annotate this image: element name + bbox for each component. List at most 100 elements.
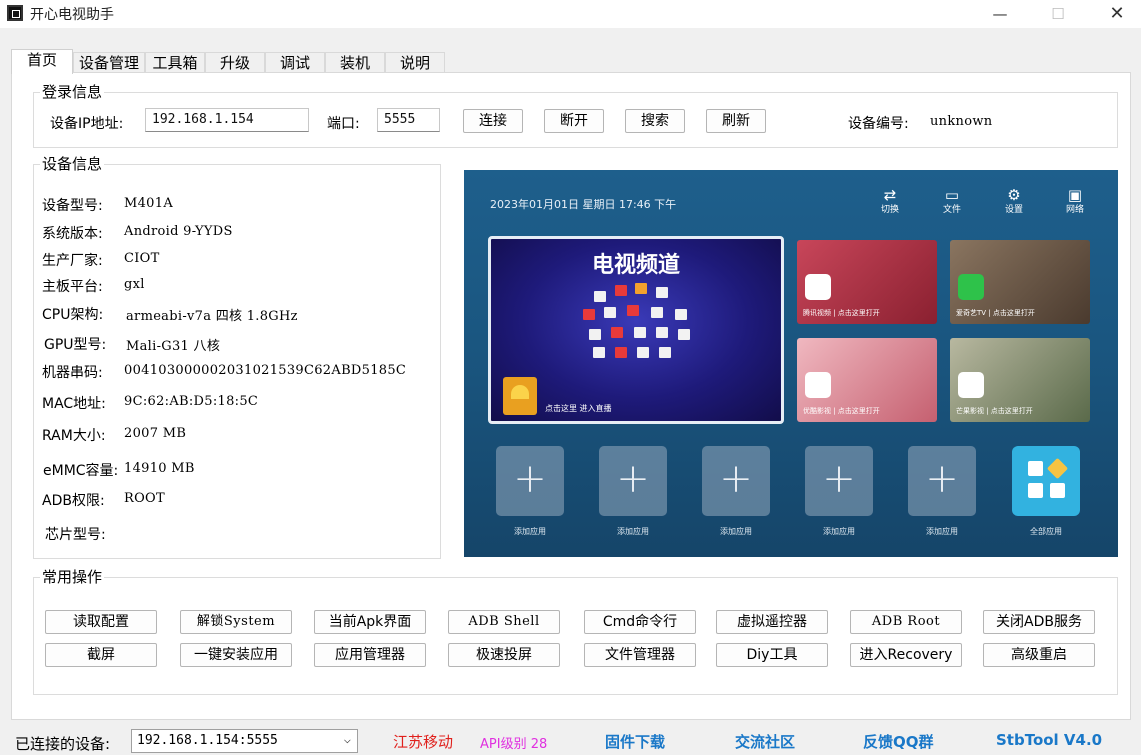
device-id-value: unknown	[930, 114, 993, 129]
network-icon: ▣ 网络	[1065, 186, 1084, 215]
adb-shell-button[interactable]: ADB Shell	[448, 610, 560, 634]
community-link[interactable]: 交流社区	[735, 731, 795, 752]
screenshot-button[interactable]: 截屏	[45, 643, 157, 667]
connected-device-value: 192.168.1.154:5555	[137, 733, 278, 748]
channel-logo	[637, 347, 649, 358]
iqiyi-card: 爱奇艺TV | 点击这里打开	[950, 240, 1090, 324]
cmd-button[interactable]: Cmd命令行	[584, 610, 696, 634]
channel-logo	[604, 307, 616, 318]
version-link[interactable]: StbTool V4.0	[996, 731, 1102, 749]
add-app-label: 添加应用	[823, 527, 855, 536]
refresh-button[interactable]: 刷新	[706, 109, 766, 133]
adb-permission-label: ADB权限:	[42, 493, 105, 509]
channel-logo	[634, 327, 646, 338]
unlock-system-button[interactable]: 解锁System	[180, 610, 292, 634]
tab-toolbox[interactable]: 工具箱	[145, 52, 205, 74]
channel-logo	[593, 347, 605, 358]
tab-device-management[interactable]: 设备管理	[73, 52, 145, 74]
search-button[interactable]: 搜索	[625, 109, 685, 133]
tv-screen-preview[interactable]: 2023年01月01日 星期日 17:46 下午 ⇄ 切换 ▭ 文件 ⚙ 设置 ▣ 网络…	[464, 170, 1118, 557]
tab-install[interactable]: 装机	[325, 52, 385, 74]
api-level-label: API级别 28	[480, 737, 548, 752]
read-config-button[interactable]: 读取配置	[45, 610, 157, 634]
emmc-value: 14910 MB	[124, 461, 195, 476]
ip-input[interactable]: 192.168.1.154	[145, 108, 309, 132]
card-caption: 腾讯视频 | 点击这里打开	[803, 309, 880, 317]
maximize-button[interactable]: ☐	[1043, 4, 1073, 24]
channel-logo	[594, 291, 606, 302]
cpu-value: armeabi-v7a 四核 1.8GHz	[126, 309, 298, 324]
add-app-label: 添加应用	[514, 527, 546, 536]
device-info-group-title: 设备信息	[40, 155, 105, 173]
ram-label: RAM大小:	[42, 428, 106, 444]
card-caption: 芒果影视 | 点击这里打开	[956, 407, 1033, 415]
current-apk-button[interactable]: 当前Apk界面	[314, 610, 426, 634]
adb-root-button[interactable]: ADB Root	[850, 610, 962, 634]
enter-recovery-button[interactable]: 进入Recovery	[850, 643, 962, 667]
screen-cast-button[interactable]: 极速投屏	[448, 643, 560, 667]
add-app-icon: +	[805, 446, 873, 516]
serial-value: 004103000002031021539C62ABD5185C	[124, 363, 407, 378]
add-app-icon: +	[496, 446, 564, 516]
connect-button[interactable]: 连接	[463, 109, 523, 133]
device-id-label: 设备编号:	[848, 116, 909, 132]
channel-logo	[589, 329, 601, 340]
channel-logo	[675, 309, 687, 320]
manufacturer-value: CIOT	[124, 251, 160, 266]
all-apps-icon	[1012, 446, 1080, 516]
connected-device-select[interactable]: 192.168.1.154:5555 ⌵	[131, 729, 358, 753]
port-label: 端口:	[327, 116, 360, 132]
close-button[interactable]: ✕	[1102, 4, 1132, 24]
isp-label: 江苏移动	[393, 733, 454, 751]
add-app-label: 添加应用	[617, 527, 649, 536]
os-version-label: 系统版本:	[42, 226, 103, 242]
model-label: 设备型号:	[42, 198, 103, 214]
diy-tools-button[interactable]: Diy工具	[716, 643, 828, 667]
platform-value: gxl	[124, 277, 145, 292]
tab-debug[interactable]: 调试	[265, 52, 325, 74]
firmware-download-link[interactable]: 固件下载	[605, 731, 665, 752]
common-ops-group: 常用操作	[33, 568, 1118, 695]
ram-value: 2007 MB	[124, 426, 187, 441]
tab-upgrade[interactable]: 升级	[205, 52, 265, 74]
tab-help[interactable]: 说明	[385, 52, 445, 74]
disconnect-button[interactable]: 断开	[544, 109, 604, 133]
feedback-qq-link[interactable]: 反馈QQ群	[863, 731, 934, 752]
app-manager-button[interactable]: 应用管理器	[314, 643, 426, 667]
channel-logo	[635, 283, 647, 294]
chip-label: 芯片型号:	[45, 527, 106, 543]
virtual-remote-button[interactable]: 虚拟遥控器	[716, 610, 828, 634]
advanced-reboot-button[interactable]: 高级重启	[983, 643, 1095, 667]
channel-logo	[583, 309, 595, 320]
one-click-install-button[interactable]: 一键安装应用	[180, 643, 292, 667]
mac-label: MAC地址:	[42, 396, 106, 412]
add-app-label: 添加应用	[720, 527, 752, 536]
youku-card: 优酷影视 | 点击这里打开	[797, 338, 937, 422]
gpu-value: Mali-G31 八核	[126, 339, 221, 354]
chevron-down-icon[interactable]: ⌵	[344, 732, 351, 746]
manufacturer-label: 生产厂家:	[42, 253, 103, 269]
file-manager-button[interactable]: 文件管理器	[584, 643, 696, 667]
port-input[interactable]: 5555	[377, 108, 440, 132]
channel-logo	[627, 305, 639, 316]
minimize-button[interactable]: —	[985, 4, 1015, 24]
login-group-title: 登录信息	[40, 83, 105, 101]
add-app-icon: +	[599, 446, 667, 516]
channel-logo	[615, 285, 627, 296]
mango-icon	[958, 372, 984, 398]
tab-home[interactable]: 首页	[11, 49, 73, 74]
settings-icon: ⚙ 设置	[1004, 186, 1023, 215]
close-adb-service-button[interactable]: 关闭ADB服务	[983, 610, 1095, 634]
title-bar: 开心电视助手 — ☐ ✕	[0, 0, 1141, 28]
channel-logo	[651, 307, 663, 318]
os-version-value: Android 9-YYDS	[124, 224, 233, 239]
youku-icon	[805, 372, 831, 398]
mac-value: 9C:62:AB:D5:18:5C	[124, 394, 259, 409]
adb-permission-value: ROOT	[124, 491, 165, 506]
channel-logo	[678, 329, 690, 340]
app-icon	[7, 5, 23, 21]
model-value: M401A	[124, 196, 174, 211]
platform-label: 主板平台:	[42, 279, 103, 295]
emmc-label: eMMC容量:	[43, 463, 119, 479]
mango-card: 芒果影视 | 点击这里打开	[950, 338, 1090, 422]
